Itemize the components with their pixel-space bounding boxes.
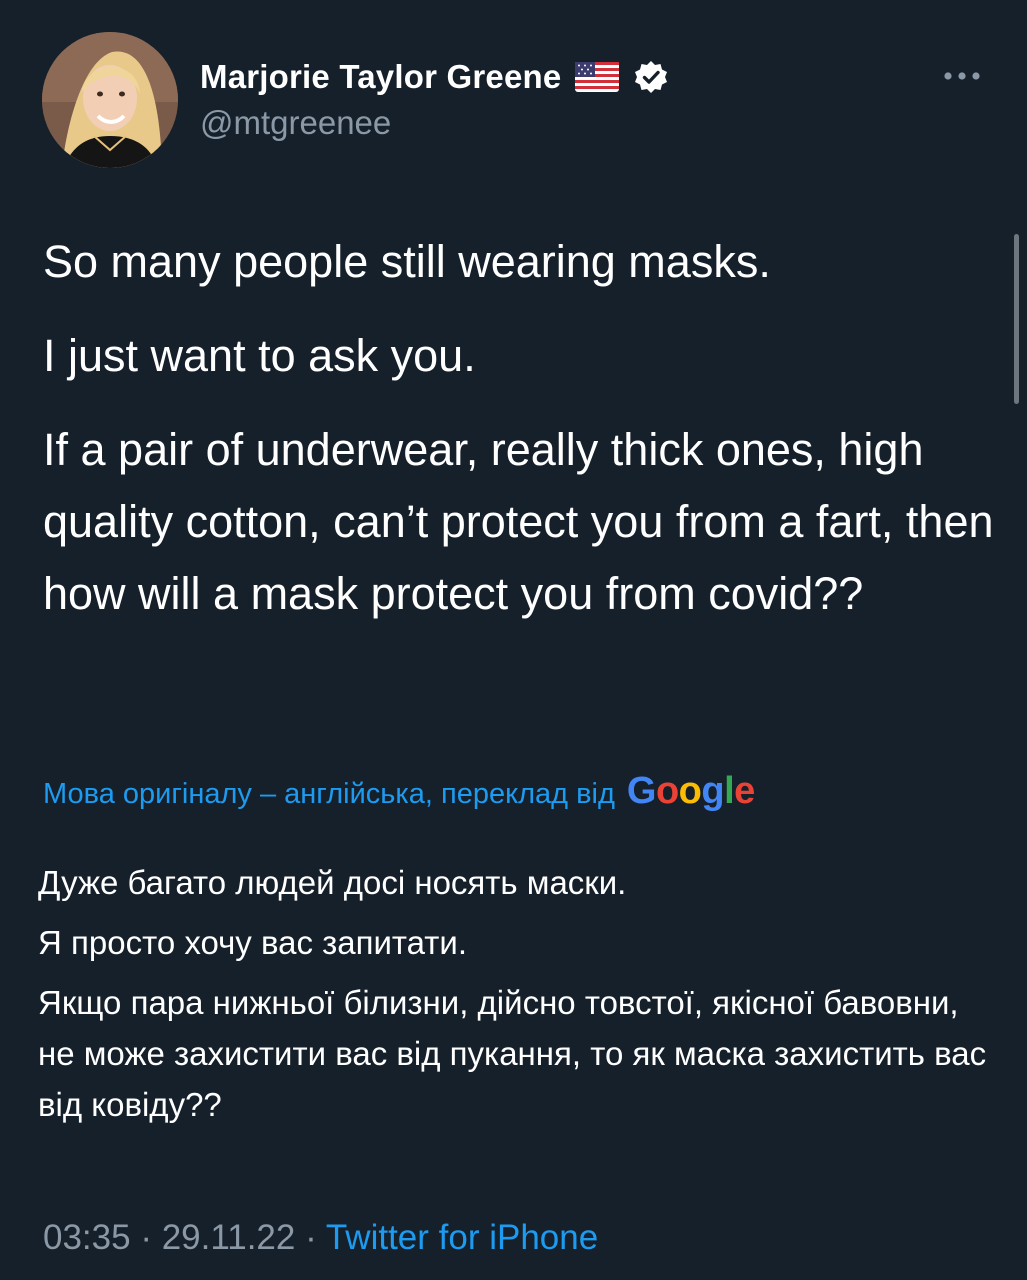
scrollbar[interactable] <box>1014 234 1019 404</box>
translation-note[interactable]: Мова оригіналу – англійська, переклад ві… <box>43 778 615 811</box>
verified-badge-icon <box>635 61 668 93</box>
translated-text: Дуже багато людей досі носять маски. Я п… <box>38 857 998 1130</box>
tweet-paragraph: If a pair of underwear, really thick one… <box>43 424 994 619</box>
more-options-icon[interactable] <box>940 64 984 88</box>
tweet-paragraph: So many people still wearing masks. <box>43 236 771 287</box>
meta-separator: · <box>140 1218 152 1257</box>
profile-photo <box>42 32 178 168</box>
user-handle[interactable]: @mtgreenee <box>200 104 391 142</box>
tweet-text: So many people still wearing masks. I ju… <box>43 226 998 630</box>
meta-separator: · <box>305 1218 317 1257</box>
translated-paragraph: Я просто хочу вас запитати. <box>38 924 468 961</box>
display-name-row: Marjorie Taylor Greene <box>200 54 669 100</box>
tweet-source-link[interactable]: Twitter for iPhone <box>326 1218 598 1257</box>
tweet-time[interactable]: 03:35 <box>43 1218 131 1257</box>
tweet-meta: 03:35 · 29.11.22 · Twitter for iPhone <box>43 1216 598 1260</box>
translated-paragraph: Дуже багато людей досі носять маски. <box>38 864 627 901</box>
tweet-date[interactable]: 29.11.22 <box>162 1218 296 1257</box>
us-flag-icon <box>575 62 620 92</box>
translated-paragraph: Якщо пара нижньої білизни, дійсно товсто… <box>38 984 987 1123</box>
avatar[interactable] <box>42 32 178 168</box>
tweet-header: Marjorie Taylor Greene @mtgreenee <box>0 0 1027 200</box>
translation-attribution[interactable]: Мова оригіналу – англійська, переклад ві… <box>43 770 755 813</box>
google-logo: Google <box>626 770 755 812</box>
display-name[interactable]: Marjorie Taylor Greene <box>200 58 561 96</box>
tweet-paragraph: I just want to ask you. <box>43 330 476 381</box>
